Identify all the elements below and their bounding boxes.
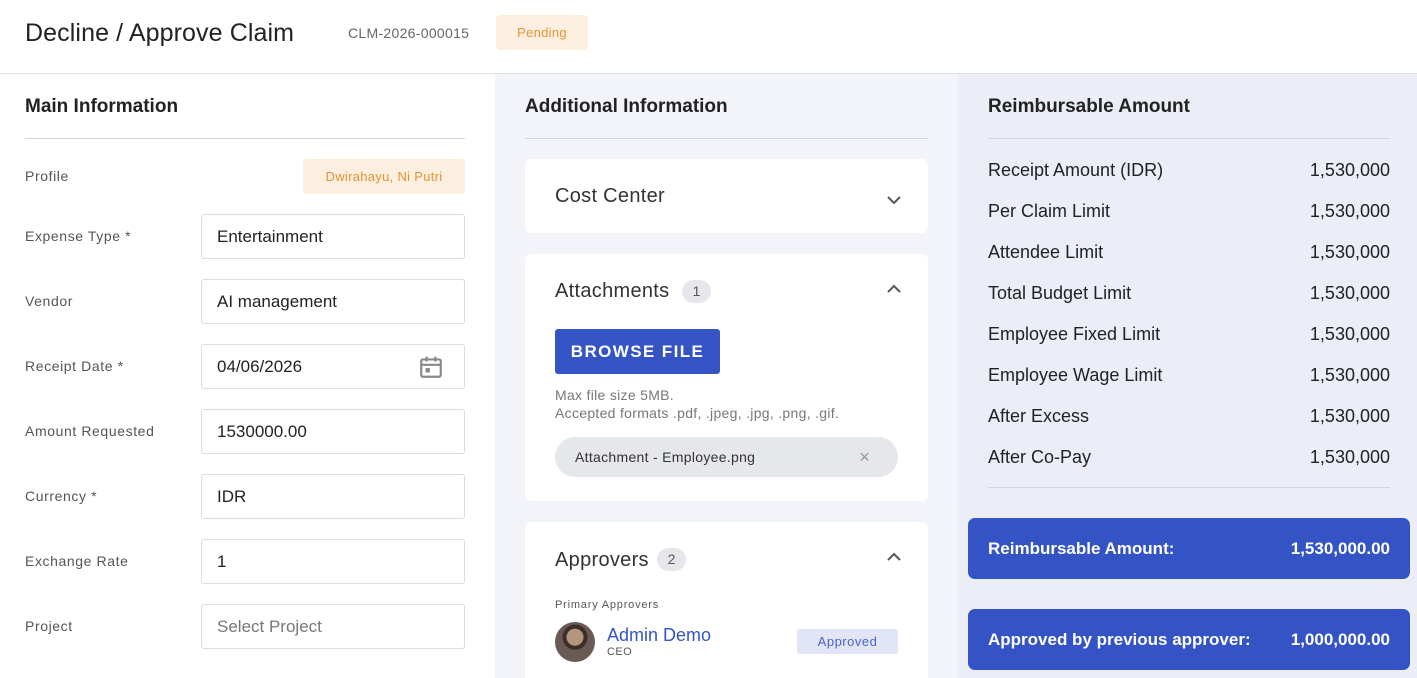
- attachments-count-badge: 1: [682, 280, 711, 303]
- approved-status-badge: Approved: [797, 629, 898, 654]
- main-information-title: Main Information: [25, 96, 179, 117]
- receipt-date-field[interactable]: 04/06/2026: [201, 344, 465, 389]
- additional-information-title: Additional Information: [525, 96, 728, 117]
- page-title: Decline / Approve Claim: [25, 19, 295, 47]
- previous-approved-value: 1,000,000.00: [1290, 630, 1390, 649]
- file-formats-hint: Accepted formats .pdf, .jpeg, .jpg, .png…: [555, 405, 840, 421]
- additional-information-panel: Additional Information Cost Center Attac…: [495, 74, 958, 678]
- expense-type-field[interactable]: Entertainment: [201, 214, 465, 259]
- reimbursable-divider: [988, 138, 1390, 139]
- avatar: [555, 622, 595, 662]
- main-information-panel: Main Information Profile Dwirahayu, Ni P…: [0, 74, 495, 678]
- additional-divider: [525, 138, 928, 139]
- currency-field[interactable]: IDR: [201, 474, 465, 519]
- close-icon[interactable]: ×: [859, 437, 870, 477]
- reimb-row-value: 1,530,000: [1309, 447, 1390, 467]
- profile-label: Profile: [25, 168, 69, 184]
- reimb-row-label: Total Budget Limit: [988, 283, 1132, 303]
- reimb-row-label: After Co-Pay: [988, 447, 1092, 467]
- reimb-row-value: 1,530,000: [1309, 160, 1390, 180]
- cost-center-title: Cost Center: [555, 185, 666, 207]
- reimbursable-amount-panel: Reimbursable Amount Receipt Amount (IDR)…: [958, 74, 1417, 678]
- approvers-card: Approvers 2 Primary Approvers Admin Demo…: [525, 522, 928, 678]
- reimb-row-value: 1,530,000: [1309, 283, 1390, 303]
- profile-chip[interactable]: Dwirahayu, Ni Putri: [303, 159, 465, 194]
- reimb-row-value: 1,530,000: [1309, 201, 1390, 221]
- main-divider: [25, 138, 465, 139]
- chevron-down-icon[interactable]: [886, 195, 902, 205]
- reimb-row-value: 1,530,000: [1309, 242, 1390, 262]
- attachments-title: Attachments: [555, 280, 670, 302]
- approver-role: CEO: [607, 646, 633, 658]
- reimb-row-label: Per Claim Limit: [988, 201, 1111, 221]
- file-size-hint: Max file size 5MB.: [555, 387, 674, 403]
- attachments-card: Attachments 1 BROWSE FILE Max file size …: [525, 254, 928, 501]
- approver-name-link[interactable]: Admin Demo: [607, 625, 711, 646]
- calendar-icon[interactable]: [418, 354, 444, 380]
- reimbursable-total-label: Reimbursable Amount:: [988, 539, 1175, 558]
- reimb-row-label: Receipt Amount (IDR): [988, 160, 1164, 180]
- expense-type-label: Expense Type *: [25, 228, 132, 244]
- reimbursable-total-value: 1,530,000.00: [1290, 539, 1390, 558]
- chevron-up-icon[interactable]: [886, 284, 902, 294]
- receipt-date-label: Receipt Date *: [25, 358, 124, 374]
- page-header: Decline / Approve Claim CLM-2026-000015 …: [0, 0, 1417, 74]
- amount-requested-label: Amount Requested: [25, 423, 155, 439]
- attachment-file-name: Attachment - Employee.png: [575, 449, 756, 465]
- amount-requested-field[interactable]: 1530000.00: [201, 409, 465, 454]
- project-label: Project: [25, 618, 73, 634]
- browse-file-button[interactable]: BROWSE FILE: [555, 329, 720, 374]
- vendor-field[interactable]: AI management: [201, 279, 465, 324]
- receipt-date-value: 04/06/2026: [217, 357, 303, 376]
- reimb-row-label: Employee Fixed Limit: [988, 324, 1161, 344]
- reimb-row-label: Employee Wage Limit: [988, 365, 1163, 385]
- claim-id: CLM-2026-000015: [348, 25, 470, 41]
- chevron-up-icon[interactable]: [886, 552, 902, 562]
- reimbursable-bottom-divider: [988, 487, 1390, 488]
- previous-approved-label: Approved by previous approver:: [988, 630, 1251, 649]
- exchange-rate-label: Exchange Rate: [25, 553, 129, 569]
- previous-approved-box: Approved by previous approver: 1,000,000…: [968, 609, 1410, 670]
- currency-label: Currency *: [25, 488, 98, 504]
- exchange-rate-field[interactable]: 1: [201, 539, 465, 584]
- reimb-row-label: Attendee Limit: [988, 242, 1104, 262]
- reimb-row-value: 1,530,000: [1309, 365, 1390, 385]
- approvers-count-badge: 2: [657, 548, 686, 571]
- primary-approvers-label: Primary Approvers: [555, 599, 660, 611]
- project-select[interactable]: Select Project: [201, 604, 465, 649]
- status-badge: Pending: [496, 15, 588, 50]
- vendor-label: Vendor: [25, 293, 73, 309]
- reimbursable-amount-title: Reimbursable Amount: [988, 96, 1190, 117]
- reimb-row-value: 1,530,000: [1309, 406, 1390, 426]
- reimb-row-value: 1,530,000: [1309, 324, 1390, 344]
- cost-center-card[interactable]: Cost Center: [525, 159, 928, 233]
- reimbursable-total-box: Reimbursable Amount: 1,530,000.00: [968, 518, 1410, 579]
- reimb-row-label: After Excess: [988, 406, 1090, 426]
- approvers-title: Approvers: [555, 549, 649, 571]
- attachment-chip[interactable]: Attachment - Employee.png ×: [555, 437, 898, 477]
